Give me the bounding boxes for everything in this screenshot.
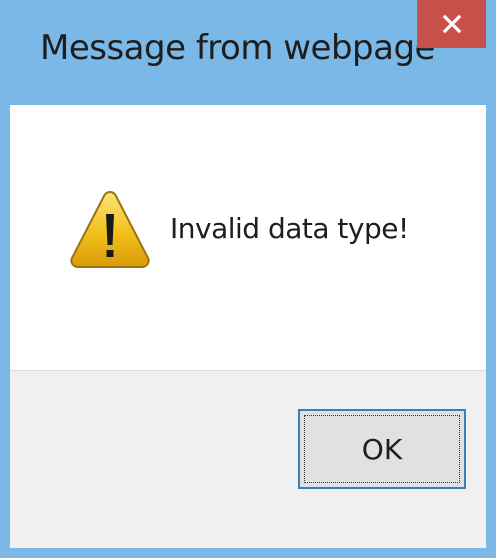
close-button[interactable] <box>417 0 486 48</box>
ok-button[interactable]: OK <box>298 409 466 489</box>
dialog-body: Invalid data type! OK <box>10 105 486 548</box>
button-bar: OK <box>10 370 486 548</box>
message-area: Invalid data type! <box>10 105 486 370</box>
close-icon <box>442 14 461 34</box>
dialog-window: Message from webpage Invalid data type! … <box>0 0 496 558</box>
title-bar[interactable]: Message from webpage <box>10 0 486 105</box>
message-text: Invalid data type! <box>170 212 409 245</box>
warning-icon <box>70 190 150 268</box>
window-title: Message from webpage <box>40 28 435 68</box>
